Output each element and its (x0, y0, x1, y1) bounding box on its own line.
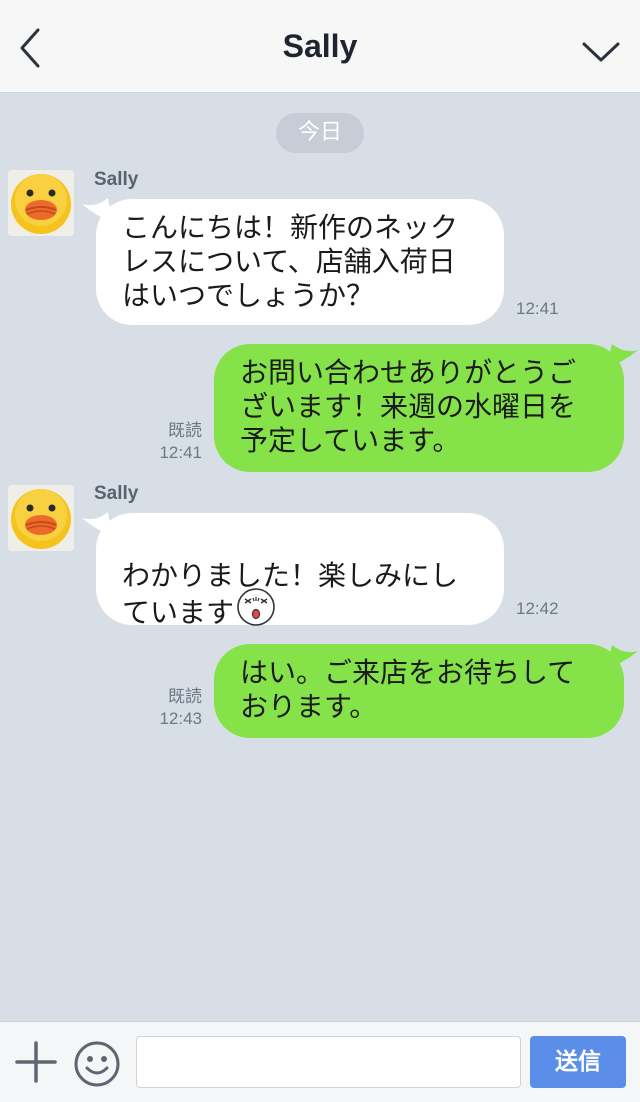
smiley-icon (74, 1041, 120, 1087)
message-bubble-incoming[interactable]: わかりました！楽しみにし ています (96, 513, 504, 629)
chevron-down-icon (582, 42, 620, 62)
message-time: 12:41 (516, 299, 559, 318)
sally-avatar-icon (8, 485, 74, 551)
message-time: 12:42 (516, 599, 559, 618)
message-input[interactable] (136, 1036, 521, 1088)
surprised-face-sticker-icon (236, 587, 276, 635)
send-button[interactable]: 送信 (530, 1036, 626, 1088)
chat-title: Sally (282, 28, 358, 64)
read-receipt: 既読 (168, 421, 202, 440)
sally-avatar-icon (8, 170, 74, 236)
sender-name: Sally (94, 483, 139, 504)
message-bubble-outgoing[interactable]: はい。ご来店をお待ちして おります。 (214, 644, 624, 738)
message-bubble-incoming[interactable]: こんにちは！新作のネック レスについて、店舗入荷日 はいつでしょうか？ (96, 199, 504, 325)
message-text: わかりました！楽しみにし ています (122, 559, 459, 629)
message-input-bar: 送信 (0, 1021, 640, 1102)
chat-menu-button[interactable] (576, 32, 626, 72)
message-time: 12:43 (159, 709, 202, 728)
emoji-button[interactable] (73, 1040, 121, 1088)
message-time: 12:41 (159, 443, 202, 462)
plus-icon (15, 1041, 57, 1083)
avatar[interactable] (8, 170, 74, 236)
attach-button[interactable] (14, 1040, 58, 1084)
read-receipt: 既読 (168, 687, 202, 706)
date-separator: 今日 (276, 113, 364, 153)
chat-header: Sally (0, 0, 640, 93)
avatar[interactable] (8, 485, 74, 551)
sender-name: Sally (94, 169, 139, 190)
message-bubble-outgoing[interactable]: お問い合わせありがとうご ざいます！来週の水曜日を 予定しています。 (214, 344, 624, 472)
